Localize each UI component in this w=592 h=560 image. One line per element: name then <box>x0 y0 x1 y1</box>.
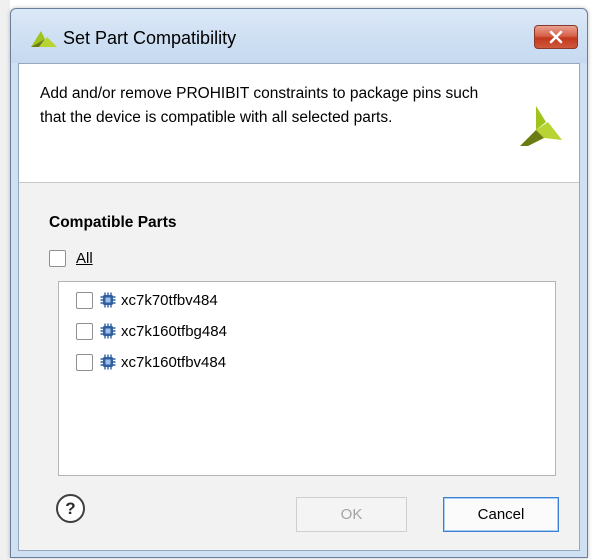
window-title: Set Part Compatibility <box>63 28 237 48</box>
ok-button[interactable]: OK <box>296 497 407 532</box>
dialog-window: Set Part Compatibility Add and/or remove… <box>10 8 588 558</box>
part-checkbox[interactable] <box>76 291 93 309</box>
part-label: xc7k70tfbv484 <box>121 291 218 309</box>
dialog-body: Add and/or remove PROHIBIT constraints t… <box>18 63 580 551</box>
all-checkbox[interactable] <box>49 250 66 267</box>
close-icon <box>549 30 563 44</box>
cancel-button[interactable]: Cancel <box>443 497 559 532</box>
vivado-logo-icon <box>520 106 562 146</box>
list-item-xc7k160tfbv484[interactable]: xc7k160tfbv484 <box>76 351 226 373</box>
chip-icon <box>100 292 116 308</box>
part-checkbox[interactable] <box>76 353 93 371</box>
part-checkbox[interactable] <box>76 322 93 340</box>
cancel-button-label: Cancel <box>477 506 525 523</box>
all-checkbox-row[interactable]: All <box>49 250 93 267</box>
parts-list[interactable]: xc7k70tfbv484 xc7k160tfbg484 xc7k160tfbv… <box>58 281 556 476</box>
chip-icon <box>100 323 116 339</box>
compatible-parts-heading: Compatible Parts <box>49 214 177 231</box>
header-description: Add and/or remove PROHIBIT constraints t… <box>40 85 479 126</box>
dialog-header: Add and/or remove PROHIBIT constraints t… <box>19 64 579 183</box>
all-label[interactable]: All <box>76 250 93 267</box>
help-button[interactable]: ? <box>56 494 85 523</box>
close-button[interactable] <box>534 25 578 49</box>
part-label: xc7k160tfbg484 <box>121 322 227 340</box>
all-label-text: All <box>76 250 93 267</box>
list-item-xc7k70tfbv484[interactable]: xc7k70tfbv484 <box>76 289 218 311</box>
list-item-xc7k160tfbg484[interactable]: xc7k160tfbg484 <box>76 320 227 342</box>
backdrop-edge <box>0 0 10 560</box>
title-bar[interactable]: Set Part Compatibility <box>11 9 587 63</box>
vivado-logo-icon <box>31 31 57 47</box>
help-icon: ? <box>65 498 76 518</box>
ok-button-label: OK <box>340 506 363 523</box>
part-label: xc7k160tfbv484 <box>121 353 227 371</box>
chip-icon <box>100 354 116 370</box>
